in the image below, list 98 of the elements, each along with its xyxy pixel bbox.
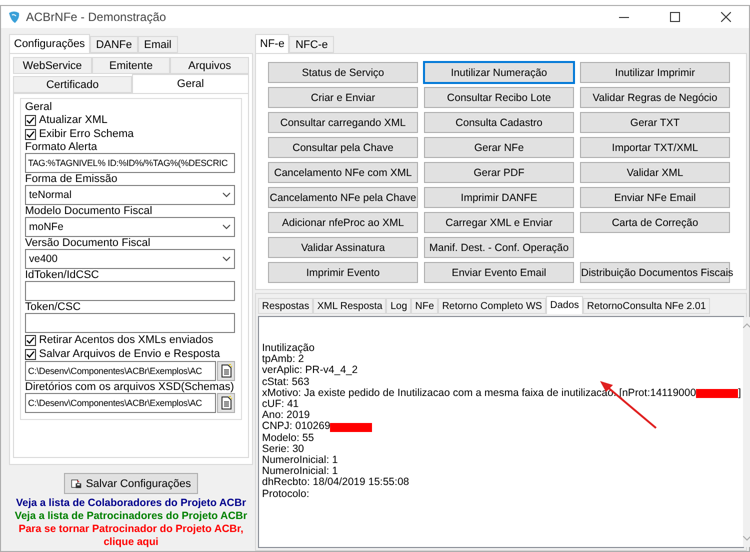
tab[interactable]: Configurações [9,34,90,53]
result-line: NumeroInicial: 1 [262,466,338,478]
minimize-icon[interactable] [619,16,629,18]
action-button[interactable]: Cancelamento NFe com XML [268,162,418,183]
checkbox-label: Salvar Arquivos de Envio e Resposta [39,348,220,360]
tab[interactable]: Geral [132,74,249,93]
link[interactable]: Veja a lista de Patrocinadores do Projeto ACBr [9,510,253,523]
tab[interactable]: WebService [13,57,92,74]
tab[interactable]: Arquivos [170,57,250,74]
save-button[interactable]: Salvar Configurações [64,473,198,494]
text-field[interactable] [25,281,235,301]
browse-button[interactable] [217,393,235,413]
action-button[interactable]: Enviar NFe Email [580,187,730,208]
action-button[interactable]: Carta de Correção [580,212,730,233]
result-line: ] [738,388,741,400]
dropdown-caret-icon [222,256,231,262]
action-button[interactable]: Gerar NFe [424,137,574,158]
window-title: ACBrNFe - Demonstração [26,10,168,24]
action-button[interactable]: Validar Assinatura [268,237,418,258]
result-line: Serie: 30 [262,444,304,455]
text-field[interactable]: TAG:%TAGNIVEL% ID:%ID%/%TAG%(%DESCRIC [25,153,235,173]
field-label: Formato Alerta [25,141,98,153]
action-button[interactable]: Criar e Enviar [268,87,418,108]
tab[interactable]: Dados [546,296,584,314]
result-line: Inutilização [262,343,315,354]
action-button[interactable]: Gerar PDF [424,162,574,183]
tab[interactable]: NF-e [255,34,290,53]
action-button[interactable]: Enviar Evento Email [424,262,574,283]
action-button[interactable]: Consultar Recibo Lote [424,87,574,108]
checkbox-label: Retirar Acentos dos XMLs enviados [39,334,214,346]
tab[interactable]: RetornoConsulta NFe 2.01 [583,298,710,314]
action-button[interactable]: Carregar XML e Enviar [424,212,574,233]
field-label: Token/CSC [25,301,82,313]
action-button[interactable]: Imprimir DANFE [424,187,574,208]
action-button[interactable]: Cancelamento NFe pela Chave [268,187,418,208]
action-button[interactable]: Consultar pela Chave [268,137,418,158]
checkbox[interactable] [25,128,36,140]
action-button[interactable]: Imprimir Evento [268,262,418,283]
link[interactable]: Veja a lista de Colaboradores do Projeto ACBr [9,497,253,510]
action-button[interactable]: Consulta Cadastro [424,112,574,133]
action-button[interactable]: Validar XML [580,162,730,183]
action-button[interactable]: Consultar carregando XML [268,112,418,133]
action-button[interactable]: Validar Regras de Negócio [580,87,730,108]
dropdown-field[interactable]: moNFe [25,217,235,237]
link[interactable]: Para se tornar Patrocinador do Projeto ACBr, clique aqui [9,523,253,549]
checkbox-label: Exibir Erro Schema [39,128,134,140]
action-button[interactable]: Status de Serviço [268,62,418,83]
close-icon[interactable] [721,12,731,22]
checkbox-label: Atualizar XML [39,114,108,126]
field-label: Diretórios com os arquivos XSD(Schemas) [25,381,235,393]
app-logo-icon [7,10,21,24]
tab[interactable]: Emitente [92,57,170,74]
document-icon [220,396,232,410]
browse-button[interactable] [217,361,235,381]
result-line: cUF: 41 [262,399,299,410]
checkbox[interactable] [25,114,36,126]
tab[interactable]: XML Resposta [313,298,386,314]
field-label: Modelo Documento Fiscal [25,205,154,217]
tab[interactable]: Retorno Completo WS [438,298,546,314]
action-button[interactable]: Manif. Dest. - Conf. Operação [424,237,574,258]
save-icon [71,476,82,490]
field-label: Forma de Emissão [25,173,118,185]
group-title: Geral [25,101,53,113]
field-label: IdToken/IdCSC [25,269,100,281]
tab[interactable]: Respostas [258,298,314,314]
action-button[interactable]: Gerar TXT [580,112,730,133]
document-icon [220,364,232,378]
tab[interactable]: NFe [411,298,438,314]
field-label: Versão Documento Fiscal [25,237,152,249]
text-field[interactable] [25,313,235,333]
dropdown-field[interactable]: teNormal [25,185,235,205]
dropdown-caret-icon [222,192,231,198]
tab[interactable]: DANFe [90,36,138,53]
result-line: Protocolo: [262,488,310,500]
maximize-icon[interactable] [670,12,680,22]
result-line: dhRecbto: 18/04/2019 15:55:08 [262,477,410,489]
action-button[interactable]: Importar TXT/XML [580,137,730,158]
tab[interactable]: Certificado [13,76,132,93]
tab[interactable]: Email [138,36,178,53]
action-button[interactable]: Inutilizar Numeração [424,62,574,83]
dropdown-field[interactable]: ve400 [25,249,235,269]
result-line: cStat: 563 [262,376,310,388]
path-field[interactable]: C:\Desenv\Componentes\ACBr\Exemplos\AC [25,361,216,381]
result-line: verAplic: PR-v4_4_2 [262,365,358,377]
action-button[interactable]: Adicionar nfeProc ao XML [268,212,418,233]
checkbox[interactable] [25,348,36,360]
tab[interactable]: Log [386,298,412,314]
action-button[interactable]: Inutilizar Imprimir [580,62,730,83]
checkbox[interactable] [25,334,36,346]
result-line: Ano: 2019 [262,410,310,422]
result-line: CNPJ: 010269 [262,421,330,433]
dropdown-caret-icon [222,224,231,230]
tab[interactable]: NFC-e [289,36,334,53]
result-line: tpAmb: 2 [262,354,304,366]
path-field[interactable]: C:\Desenv\Componentes\ACBr\Exemplos\AC [25,393,216,413]
result-line: Modelo: 55 [262,432,314,444]
result-line: xMotivo: Ja existe pedido de Inutilizacao com a mesma faixa de inutilizacao. [nProt:14119000 [262,388,696,400]
result-line: NumeroInicial: 1 [262,455,338,466]
